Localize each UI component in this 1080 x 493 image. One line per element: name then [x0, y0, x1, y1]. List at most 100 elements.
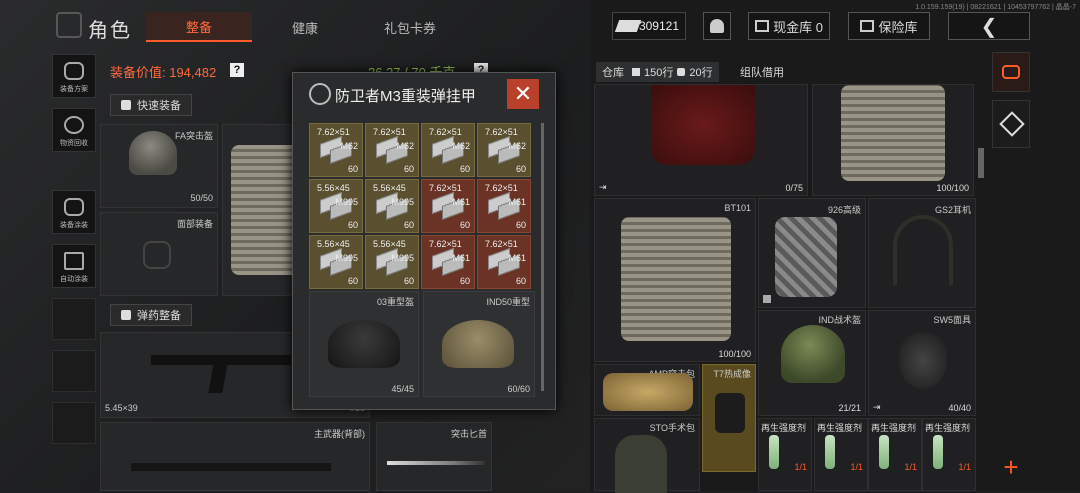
inventory-item-regen[interactable]: 再生强度剂 1/1	[758, 418, 812, 491]
ammo-item[interactable]: 7.62×51 M62 60	[309, 123, 363, 177]
exit-icon: ⇥	[599, 182, 607, 192]
helmet-slot[interactable]: FA突击盔 50/50	[100, 124, 218, 208]
ammo-type: M995	[335, 253, 358, 263]
auto-paint-button[interactable]: 自动涂装	[52, 244, 96, 288]
primary-label: 主武器(背部)	[314, 429, 365, 439]
inventory-item-amp[interactable]: AMP突击包	[594, 364, 700, 416]
inventory-item-regen[interactable]: 再生强度剂 1/1	[814, 418, 868, 491]
tab-team-borrow[interactable]: 组队借用	[734, 62, 790, 82]
rifle-mag	[208, 363, 228, 393]
ammo-count: 60	[459, 220, 470, 230]
cash-icon	[614, 20, 642, 32]
money-display: 309121	[612, 12, 686, 40]
ammo-equip-button[interactable]: 弹药整备	[110, 304, 192, 326]
ammo-item[interactable]: 7.62×51 M62 60	[421, 123, 475, 177]
item-label: T7热成像	[713, 369, 751, 379]
loadout-icon	[64, 62, 84, 80]
popup-scrollbar[interactable]	[541, 123, 544, 391]
ind-helmet-image	[781, 325, 845, 383]
inventory-item-t7[interactable]: T7热成像	[702, 364, 756, 472]
item-label: GS2耳机	[934, 205, 971, 215]
inventory-item-sto[interactable]: STO手术包	[594, 418, 700, 493]
inventory-item-regen[interactable]: 再生强度剂 1/1	[868, 418, 922, 491]
helmet-item-03[interactable]: 03重型盔 45/45	[309, 291, 419, 397]
helmet-image	[129, 131, 177, 175]
page-title: 角色	[88, 20, 132, 42]
ammo-caliber: 5.56×45	[317, 183, 350, 193]
inventory-item-camo-armor[interactable]: 100/100	[812, 84, 974, 196]
tab-gift[interactable]: 礼包卡券	[357, 12, 463, 42]
ammo-caliber: 7.62×51	[373, 127, 406, 137]
auto-paint-label: 自动涂装	[60, 276, 88, 283]
bag-icon	[677, 68, 686, 76]
inventory-item-gs2[interactable]: GS2耳机	[868, 198, 976, 308]
ammo-type: M61	[452, 197, 470, 207]
primary-weapon-image	[131, 463, 331, 471]
thermal-scope-image	[715, 393, 745, 433]
layer-button[interactable]	[992, 100, 1030, 148]
item-label: SW5面具	[933, 315, 971, 325]
primary-weapon-slot[interactable]: 主武器(背部)	[100, 422, 370, 491]
safe-box-button[interactable]: 保险库	[848, 12, 930, 40]
auto-paint-icon	[64, 252, 84, 270]
helmet-item-ind50[interactable]: IND50重型 60/60	[423, 291, 535, 397]
profile-button[interactable]	[703, 12, 731, 40]
cash-vault-button[interactable]: 现金库 0	[748, 12, 830, 40]
ammo-caliber: 5.56×45	[317, 239, 350, 249]
quick-equip-button[interactable]: 快速装备	[110, 94, 192, 116]
ammo-count: 60	[459, 276, 470, 286]
ammo-item[interactable]: 5.56×45 M995 60	[365, 235, 419, 289]
tab-equip[interactable]: 整备	[146, 12, 252, 42]
medkit-image	[615, 435, 667, 493]
ammo-caliber: 7.62×51	[429, 183, 462, 193]
close-button[interactable]: ✕	[507, 79, 539, 109]
ammo-item[interactable]: 7.62×51 M61 60	[421, 235, 475, 289]
recycle-button[interactable]: 物资回收	[52, 108, 96, 152]
paint-button[interactable]: 装备涂装	[52, 190, 96, 234]
ammo-item[interactable]: 7.62×51 M61 60	[477, 235, 531, 289]
inventory-item-sw5[interactable]: SW5面具 ⇥ 40/40	[868, 310, 976, 416]
safe-icon	[860, 20, 875, 32]
help-icon[interactable]: ?	[230, 63, 244, 77]
item-label: 再生强度剂	[817, 423, 863, 433]
ammo-item[interactable]: 7.62×51 M62 60	[477, 123, 531, 177]
exit-icon: ⇥	[873, 402, 881, 412]
ammo-item[interactable]: 5.56×45 M995 60	[309, 179, 363, 233]
sort-button[interactable]	[992, 52, 1030, 92]
rig-popup: 防卫者M3重装弹挂甲 ✕ 7.62×51 M62 60 7.62×51 M62 60 7.6…	[292, 72, 556, 410]
loadout-button[interactable]: 装备方案	[52, 54, 96, 98]
ammo-item[interactable]: 7.62×51 M61 60	[421, 179, 475, 233]
tab-warehouse[interactable]: 仓库 150行 20行	[596, 62, 719, 82]
ammo-item[interactable]: 5.56×45 M995 60	[309, 235, 363, 289]
ammo-item[interactable]: 7.62×51 M62 60	[365, 123, 419, 177]
version-text: 1.0.159.159(19) | 08221621 | 10453797762…	[915, 4, 1076, 11]
armor-slot[interactable]	[222, 124, 301, 296]
ammo-caliber: 7.62×51	[317, 127, 350, 137]
ammo-type: M62	[340, 141, 358, 151]
item-count: 1/1	[958, 462, 971, 472]
ammo-type: M62	[508, 141, 526, 151]
face-slot[interactable]: 面部装备	[100, 212, 218, 296]
add-button[interactable]: +	[992, 452, 1030, 482]
item-count: 1/1	[850, 462, 863, 472]
syringe-image	[769, 435, 779, 469]
knife-slot[interactable]: 突击匕首	[376, 422, 492, 491]
item-label: 再生强度剂	[925, 423, 971, 433]
ammo-type: M62	[452, 141, 470, 151]
inventory-item-regen[interactable]: 再生强度剂 1/1	[922, 418, 976, 491]
bt101-image	[621, 217, 731, 341]
ammo-type: M61	[452, 253, 470, 263]
ammo-type: M61	[508, 197, 526, 207]
inventory-item-ind-helmet[interactable]: IND战术盔 21/21	[758, 310, 866, 416]
inventory-item-926[interactable]: 926高级	[758, 198, 866, 308]
ammo-item[interactable]: 5.56×45 M995 60	[365, 179, 419, 233]
headset-image	[893, 215, 953, 285]
back-button[interactable]: ❮	[948, 12, 1030, 40]
ammo-item[interactable]: 7.62×51 M61 60	[477, 179, 531, 233]
money-value: 309121	[638, 19, 679, 33]
tab-health[interactable]: 健康	[252, 12, 358, 42]
inventory-item-bt101[interactable]: BT101 100/100	[594, 198, 756, 362]
warehouse-rows-a: 150行	[644, 67, 674, 79]
inventory-item-red-armor[interactable]: ⇥ 0/75	[594, 84, 808, 196]
warehouse-scrollbar[interactable]	[978, 148, 984, 178]
